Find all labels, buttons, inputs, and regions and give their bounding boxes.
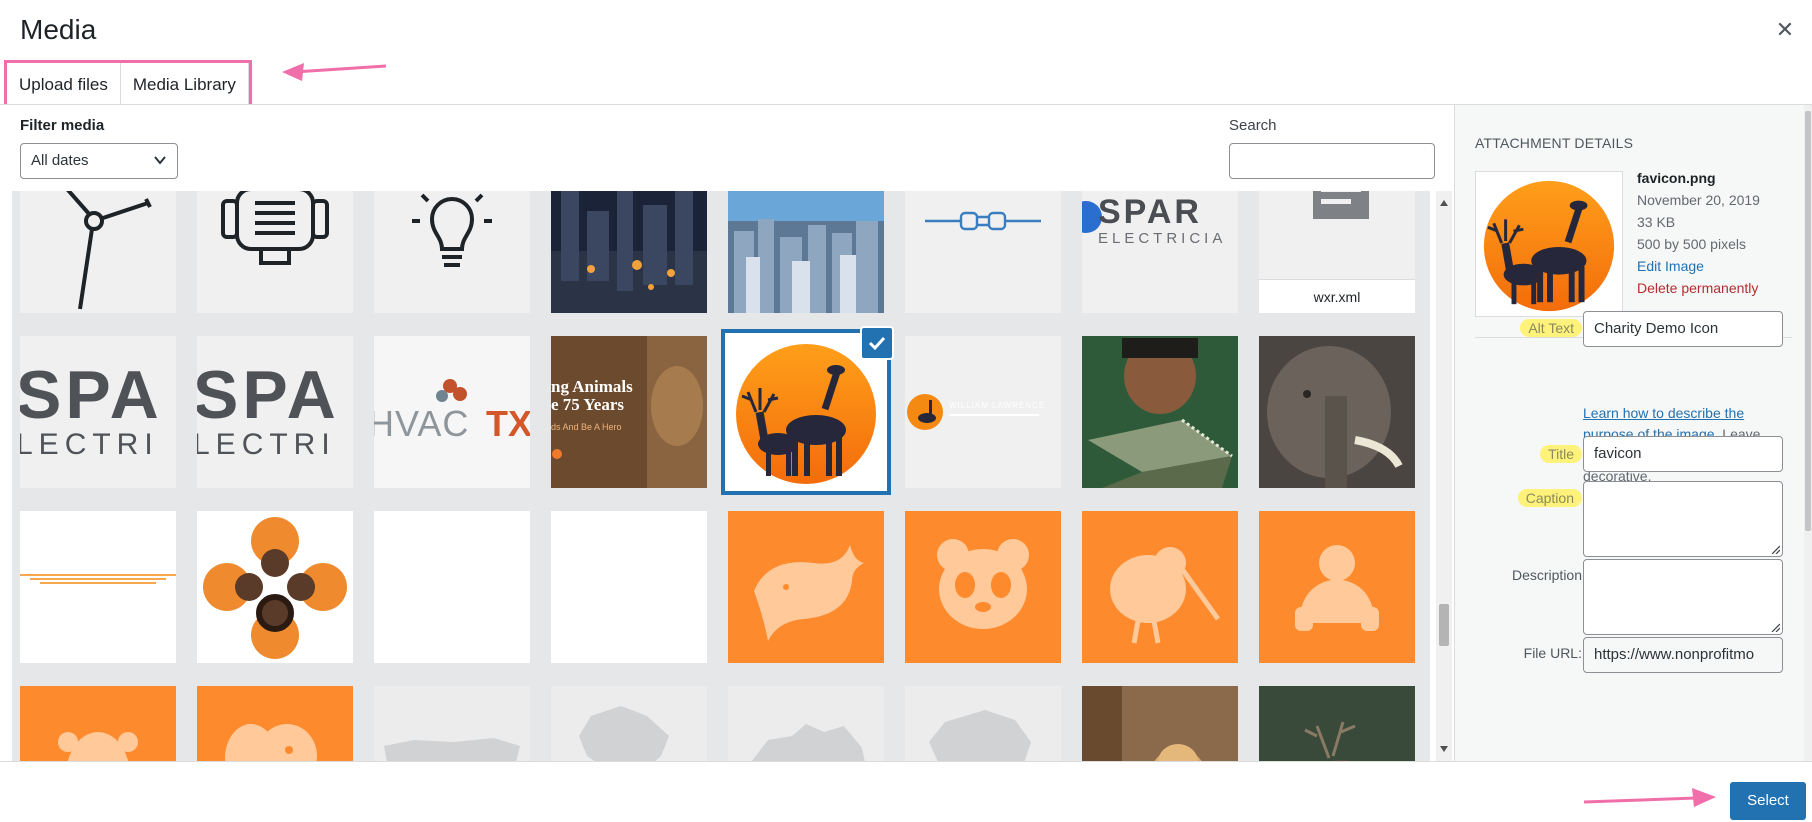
media-tile-file[interactable]: wxr.xml [1259, 191, 1415, 313]
scroll-up-icon[interactable] [1440, 199, 1448, 207]
delete-permanently-link[interactable]: Delete permanently [1637, 277, 1760, 299]
media-tile-animal-whale-icon[interactable] [728, 511, 884, 663]
media-tile-spar-crop[interactable]: SPA LECTRI [20, 336, 176, 488]
media-tile-divider-lines[interactable] [20, 511, 176, 663]
svg-text:ds And Be A Hero: ds And Be A Hero [551, 422, 622, 432]
modal-footer: Select [0, 761, 1812, 822]
search-input[interactable] [1229, 143, 1435, 179]
attachment-size: 33 KB [1637, 214, 1676, 230]
svg-text:ng Animals: ng Animals [551, 377, 633, 396]
media-tile-deer-photo[interactable] [1259, 686, 1415, 761]
svg-text:LECTRI: LECTRI [197, 428, 336, 461]
media-tile-animal-elephant-icon[interactable] [197, 686, 353, 761]
resize-grip-icon[interactable] [1770, 544, 1780, 554]
svg-text:LECTRI: LECTRI [20, 428, 159, 461]
resize-grip-icon[interactable] [1770, 622, 1780, 632]
description-textarea[interactable] [1583, 559, 1783, 635]
grid-scrollbar[interactable] [1436, 191, 1452, 761]
attachment-info: favicon.png November 20, 2019 33 KB 500 … [1637, 167, 1760, 299]
attachment-details-heading: ATTACHMENT DETAILS [1475, 135, 1634, 151]
svg-text:ELECTRICIA: ELECTRICIA [1098, 230, 1226, 247]
media-tile-city-night-photo[interactable] [551, 191, 707, 313]
media-tile-map-usa[interactable] [374, 686, 530, 761]
favicon-giraffe-image [1483, 180, 1615, 312]
title-input[interactable]: favicon [1583, 436, 1783, 472]
sidebar-scroll-thumb[interactable] [1805, 111, 1811, 531]
media-tile-animal-kiwi-icon[interactable] [1082, 511, 1238, 663]
media-tile-spar-logo[interactable]: SPAR ELECTRICIA [1082, 191, 1238, 313]
sidebar-scrollbar[interactable] [1804, 105, 1812, 761]
media-tile-server-icon[interactable] [197, 191, 353, 313]
date-filter-select[interactable]: All dates [20, 143, 178, 179]
svg-text:SPAR: SPAR [1098, 193, 1202, 231]
close-icon[interactable]: ✕ [1772, 18, 1798, 44]
alt-text-input[interactable]: Charity Demo Icon [1583, 311, 1783, 347]
svg-text:SPA: SPA [20, 357, 163, 433]
caption-textarea[interactable] [1583, 481, 1783, 557]
media-tile-people-circle-photo[interactable] [197, 511, 353, 663]
media-tile-map-australia[interactable] [728, 686, 884, 761]
scroll-down-icon[interactable] [1440, 745, 1448, 753]
file-url-input[interactable]: https://www.nonprofitmo [1583, 637, 1783, 673]
media-tile-map-india[interactable] [551, 686, 707, 761]
media-tile-elephant-photo[interactable] [1259, 336, 1415, 488]
media-tile-lioness-photo[interactable] [1082, 686, 1238, 761]
search-label: Search [1229, 117, 1277, 134]
attachment-details-sidebar: ATTACHMENT DETAILS favicon.png November … [1454, 105, 1812, 761]
media-tile-lightbulb-icon[interactable] [374, 191, 530, 313]
media-tile-wind-turbine-icon[interactable] [20, 191, 176, 313]
media-tile-lion-website[interactable]: ng Animals e 75 Years ds And Be A Hero [551, 336, 707, 488]
checkmark-icon[interactable] [862, 328, 892, 358]
modal-title: Media [20, 14, 97, 45]
svg-text:HVAC: HVAC [374, 403, 469, 444]
media-tile-blank[interactable] [551, 511, 707, 663]
attachment-date: November 20, 2019 [1637, 192, 1760, 208]
filter-media-label: Filter media [20, 117, 105, 134]
attachment-dimensions: 500 by 500 pixels [1637, 236, 1746, 252]
media-tile-blank[interactable] [374, 511, 530, 663]
media-tile-animal-giraffe-icon[interactable] [20, 686, 176, 761]
media-tile-city-skyline-photo[interactable] [728, 191, 884, 313]
svg-text:SPA: SPA [197, 357, 340, 433]
media-filename: wxr.xml [1259, 279, 1415, 313]
select-button[interactable]: Select [1730, 782, 1806, 820]
date-filter-value: All dates [31, 152, 89, 169]
media-tile-crocodile-photo[interactable] [1082, 336, 1238, 488]
media-tabs: Upload files Media Library [4, 60, 252, 110]
media-tile-plug-icon[interactable] [905, 191, 1061, 313]
chevron-down-icon [154, 156, 166, 165]
svg-text:TX: TX [486, 403, 530, 444]
grid-scroll-thumb[interactable] [1439, 604, 1449, 646]
annotation-arrow-left-icon [282, 63, 386, 81]
media-tile-wide-logo[interactable]: WILLIAM LAWRENCE [905, 336, 1061, 488]
svg-text:WILLIAM LAWRENCE: WILLIAM LAWRENCE [949, 401, 1045, 410]
title-label: Title [1540, 445, 1582, 463]
attachment-filename: favicon.png [1637, 170, 1716, 186]
caption-label: Caption [1517, 489, 1582, 507]
media-grid-area: SPAR ELECTRICIA wxr.xml SPA LECTRI SPA LECTRI H… [12, 191, 1430, 761]
attachment-thumbnail [1475, 171, 1623, 317]
annotation-arrow-right-icon [1584, 788, 1716, 807]
media-toolbar: Filter media All dates Search [0, 105, 1454, 191]
svg-text:e 75 Years: e 75 Years [551, 395, 624, 414]
media-tile-animal-panda-icon[interactable] [905, 511, 1061, 663]
file-url-label: File URL: [1523, 645, 1582, 661]
tab-upload-files[interactable]: Upload files [7, 63, 120, 107]
media-tile-animal-gorilla-icon[interactable] [1259, 511, 1415, 663]
alt-text-label: Alt Text [1520, 319, 1582, 337]
media-tile-hvactx-logo[interactable]: HVAC TX [374, 336, 530, 488]
tab-media-library[interactable]: Media Library [119, 63, 249, 107]
description-label: Description [1511, 567, 1582, 583]
media-tile-map-africa[interactable] [905, 686, 1061, 761]
media-tile-favicon-giraffe[interactable] [728, 336, 884, 488]
media-tile-spar-crop[interactable]: SPA LECTRI [197, 336, 353, 488]
edit-image-link[interactable]: Edit Image [1637, 255, 1760, 277]
